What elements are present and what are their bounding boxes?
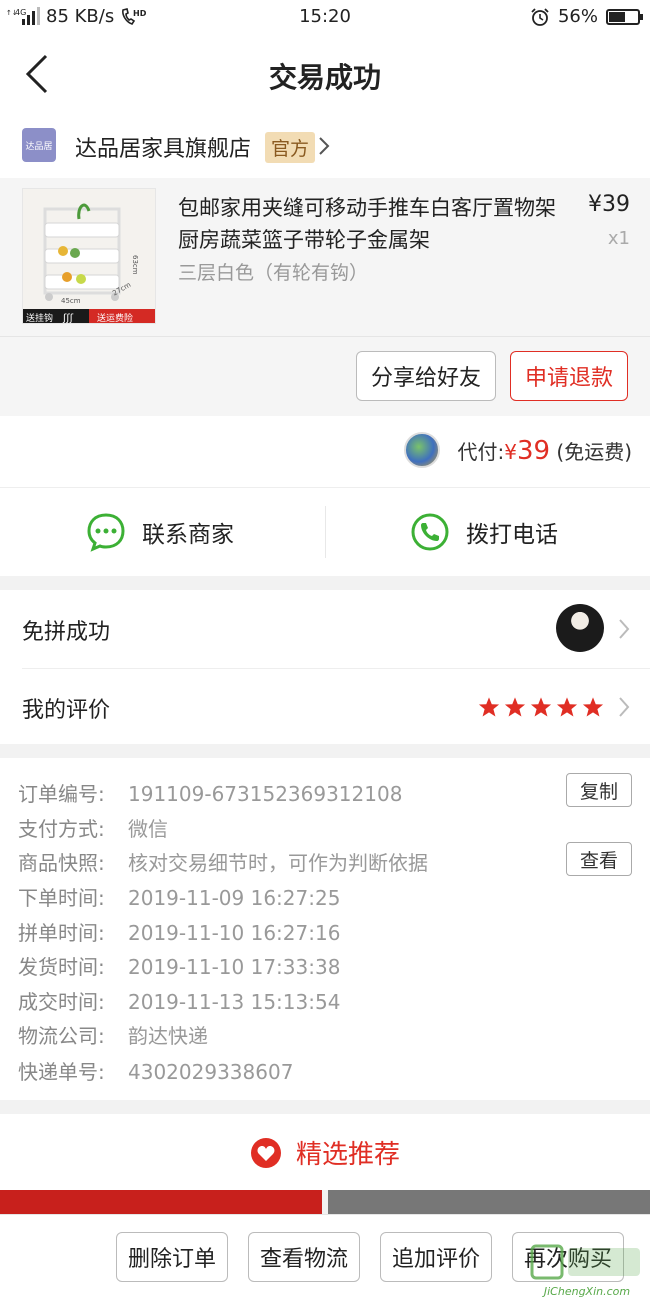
status-rows: 免拼成功 我的评价 [0, 590, 650, 744]
recommend-product-image[interactable] [0, 1190, 322, 1214]
phone-icon [411, 513, 449, 551]
order-info: 订单编号: 191109-673152369312108 复制 支付方式: 微信 商… [0, 758, 650, 1100]
contact-merchant-button[interactable]: 联系商家 [86, 512, 234, 552]
shop-logo: 达品居 [22, 128, 56, 162]
battery-icon [606, 8, 643, 25]
product-title[interactable]: 包邮家用夹缝可移动手推车白客厅置物架厨房蔬菜篮子带轮子金属架 [178, 192, 573, 256]
refund-button[interactable]: 申请退款 [510, 351, 628, 401]
recommend-title: 精选推荐 [295, 1140, 400, 1170]
order-number-row: 订单编号: 191109-673152369312108 [18, 782, 403, 806]
rating-stars [478, 696, 604, 718]
star-icon [556, 697, 578, 717]
currency-symbol: ¥ [504, 440, 517, 464]
star-icon [530, 697, 552, 717]
battery-percent: 56% [557, 6, 598, 27]
order-time-row: 下单时间: 2019-11-09 16:27:25 [18, 886, 341, 910]
cart-image: 45cm 27cm 63cm 送挂钩 ʃʃʃ 送运费险 [23, 189, 155, 324]
svg-text:45cm: 45cm [61, 297, 81, 305]
payment-amount: 39 [516, 436, 551, 466]
shipping-note: (免运费) [556, 440, 632, 464]
alarm-icon [531, 7, 549, 26]
group-row[interactable]: 免拼成功 [0, 590, 650, 668]
product-card: 45cm 27cm 63cm 送挂钩 ʃʃʃ 送运费险 包邮家用夹缝可移动手推车… [0, 178, 650, 416]
recommend-header: 精选推荐 [0, 1114, 650, 1190]
chevron-right-icon [619, 697, 630, 717]
review-row[interactable]: 我的评价 [0, 668, 650, 746]
chat-icon [87, 513, 125, 552]
share-button[interactable]: 分享给好友 [356, 351, 496, 401]
recommend-product-image[interactable] [328, 1190, 650, 1214]
svg-text:送挂钩: 送挂钩 [26, 312, 53, 324]
payment-summary: 代付:¥39 (免运费) [0, 416, 650, 488]
svg-text:ʃʃʃ: ʃʃʃ [62, 313, 74, 324]
add-review-button[interactable]: 追加评价 [380, 1232, 492, 1282]
star-icon [582, 697, 604, 717]
group-label: 免拼成功 [22, 620, 111, 645]
svg-text:送运费险: 送运费险 [97, 312, 133, 324]
product-thumbnail[interactable]: 45cm 27cm 63cm 送挂钩 ʃʃʃ 送运费险 [22, 188, 156, 324]
product-quantity: x1 [607, 228, 630, 249]
star-icon [504, 697, 526, 717]
chevron-right-icon[interactable] [318, 136, 330, 156]
divider [0, 336, 650, 337]
product-price: ¥39 [588, 192, 630, 217]
payment-method-row: 支付方式: 微信 [18, 817, 168, 841]
contact-bar: 联系商家 拨打电话 [0, 488, 650, 576]
complete-time-row: 成交时间: 2019-11-13 15:13:54 [18, 990, 341, 1014]
group-time-row: 拼单时间: 2019-11-10 16:27:16 [18, 921, 341, 945]
watermark-logo [530, 1244, 640, 1280]
shop-header[interactable]: 达品居 达品居家具旗舰店 官方 [0, 114, 650, 178]
product-spec: 三层白色（有轮有钩） [178, 262, 369, 284]
view-snapshot-button[interactable]: 查看 [566, 842, 632, 876]
contact-merchant-label: 联系商家 [142, 522, 234, 548]
divider [325, 506, 326, 558]
payer-avatar [404, 432, 440, 468]
ship-time-row: 发货时间: 2019-11-10 17:33:38 [18, 955, 341, 979]
page-title: 交易成功 [268, 61, 381, 94]
shop-name[interactable]: 达品居家具旗舰店 [75, 131, 251, 163]
heart-icon [250, 1137, 281, 1168]
svg-text:63cm: 63cm [131, 255, 139, 275]
view-logistics-button[interactable]: 查看物流 [248, 1232, 360, 1282]
delete-order-button[interactable]: 删除订单 [116, 1232, 228, 1282]
courier-row: 物流公司: 韵达快递 [18, 1024, 208, 1048]
nav-bar: 交易成功 [0, 36, 650, 114]
payment-text: 代付:¥39 (免运费) [457, 436, 632, 466]
copy-button[interactable]: 复制 [566, 773, 632, 807]
tracking-row: 快递单号: 4302029338607 [18, 1060, 294, 1084]
call-button[interactable]: 拨打电话 [410, 512, 558, 552]
order-number: 191109-673152369312108 [128, 782, 403, 806]
review-label: 我的评价 [22, 698, 111, 723]
chevron-right-icon [619, 619, 630, 639]
snapshot-row: 商品快照: 核对交易细节时，可作为判断依据 [18, 851, 428, 875]
status-bar: ↑↓ 4G 85 KB/s HD 15:20 56% [0, 0, 650, 36]
call-label: 拨打电话 [466, 522, 558, 548]
user-avatar [556, 604, 604, 652]
official-badge: 官方 [265, 132, 316, 163]
site-watermark: JiChengXin.com [528, 1242, 646, 1298]
star-icon [478, 697, 500, 717]
